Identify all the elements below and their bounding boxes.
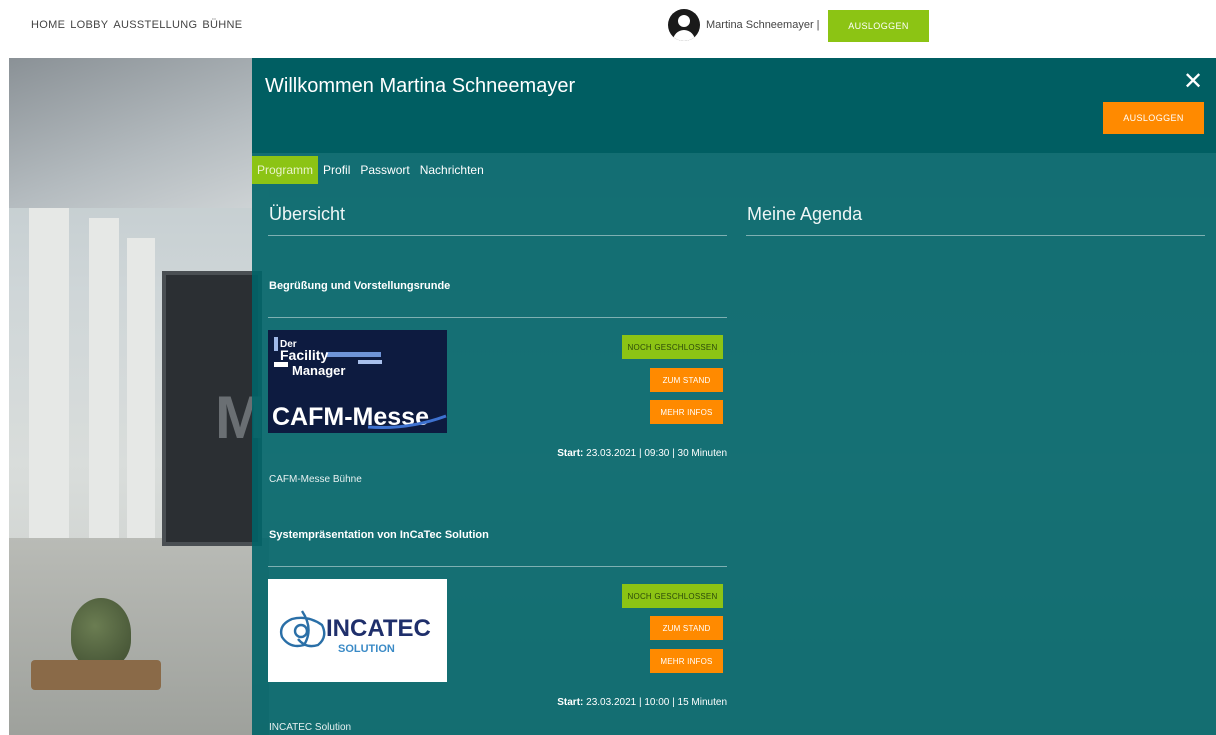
svg-text:Facility: Facility	[280, 347, 328, 363]
event-start: Start: 23.03.2021 | 09:30 | 30 Minuten	[557, 448, 727, 459]
tab-passwort[interactable]: Passwort	[355, 156, 414, 184]
event-title: Systempräsentation von InCaTec Solution	[269, 529, 489, 541]
overview-title: Übersicht	[269, 204, 346, 224]
tab-programm[interactable]: Programm	[252, 156, 319, 184]
nav-ausstellung[interactable]: AUSSTELLUNG	[113, 19, 197, 31]
event-venue: CAFM-Messe Bühne	[269, 474, 362, 485]
event-divider	[268, 317, 727, 318]
program-modal: Willkommen Martina Schneemayer ✕ AUSLOGG…	[252, 58, 1216, 735]
tab-nachrichten[interactable]: Nachrichten	[415, 156, 489, 184]
overview-divider	[268, 235, 727, 236]
main-nav: HOME LOBBY AUSSTELLUNG BÜHNE	[31, 19, 242, 31]
agenda-divider	[746, 235, 1205, 236]
user-box: Martina Schneemayer |	[668, 9, 820, 41]
nav-lobby[interactable]: LOBBY	[70, 19, 108, 31]
status-closed-button[interactable]: NOCH GESCHLOSSEN	[622, 584, 723, 608]
event-start: Start: 23.03.2021 | 10:00 | 15 Minuten	[557, 697, 727, 708]
modal-tabs: Programm Profil Passwort Nachrichten	[252, 156, 489, 184]
plant-decoration	[71, 598, 131, 668]
to-stand-button[interactable]: ZUM STAND	[650, 616, 723, 640]
event-title: Begrüßung und Vorstellungsrunde	[269, 280, 451, 292]
modal-header: Willkommen Martina Schneemayer ✕ AUSLOGG…	[252, 58, 1216, 153]
event-divider	[268, 566, 727, 567]
cafm-messe-logo[interactable]: Der Facility Manager CAFM-Messe	[268, 330, 447, 433]
more-info-button[interactable]: MEHR INFOS	[650, 400, 723, 424]
svg-text:INCATEC: INCATEC	[326, 615, 431, 642]
close-icon[interactable]: ✕	[1181, 70, 1205, 94]
event-venue: INCATEC Solution	[269, 722, 352, 733]
svg-text:Manager: Manager	[292, 363, 345, 378]
to-stand-button[interactable]: ZUM STAND	[650, 368, 723, 392]
bench-decoration	[31, 660, 161, 690]
more-info-button[interactable]: MEHR INFOS	[650, 649, 723, 673]
agenda-title: Meine Agenda	[747, 204, 863, 224]
user-avatar-icon[interactable]	[668, 9, 700, 41]
status-closed-button[interactable]: NOCH GESCHLOSSEN	[622, 335, 723, 359]
modal-logout-button[interactable]: AUSLOGGEN	[1103, 102, 1204, 134]
tab-profil[interactable]: Profil	[318, 156, 355, 184]
svg-text:SOLUTION: SOLUTION	[338, 643, 395, 655]
nav-buehne[interactable]: BÜHNE	[202, 19, 242, 31]
incatec-logo[interactable]: INCATEC SOLUTION	[268, 579, 447, 682]
nav-home[interactable]: HOME	[31, 19, 65, 31]
top-bar: HOME LOBBY AUSSTELLUNG BÜHNE Martina Sch…	[0, 0, 1216, 56]
welcome-heading: Willkommen Martina Schneemayer	[265, 75, 576, 97]
user-name: Martina Schneemayer |	[706, 19, 820, 31]
top-logout-button[interactable]: AUSLOGGEN	[828, 10, 929, 42]
